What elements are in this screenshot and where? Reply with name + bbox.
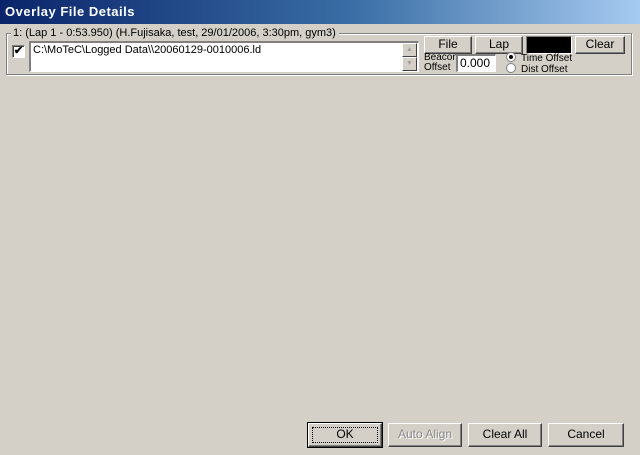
dist-offset-radio[interactable]: Dist Offset <box>506 63 568 75</box>
path-scrollbar[interactable]: ▲ ▼ <box>402 43 417 71</box>
cancel-button[interactable]: Cancel <box>548 423 624 447</box>
ok-button[interactable]: OK <box>307 422 383 448</box>
scroll-up-icon[interactable]: ▲ <box>402 43 417 57</box>
dist-offset-label: Dist Offset <box>521 64 568 75</box>
window-title: Overlay File Details <box>0 0 640 24</box>
dist-offset-radio-icon[interactable] <box>506 63 516 73</box>
file-path-text: C:\MoTeC\Logged Data\\20060129-0010006.l… <box>33 44 262 56</box>
offset-input[interactable]: 0.000 <box>456 54 496 72</box>
clear-all-button[interactable]: Clear All <box>468 423 542 447</box>
scroll-down-icon[interactable]: ▼ <box>402 57 417 71</box>
beacon-offset-label-text: Beacon Offset <box>424 52 458 73</box>
file-path-field[interactable]: C:\MoTeC\Logged Data\\20060129-0010006.l… <box>29 41 419 72</box>
overlay-enabled-checkbox[interactable]: ✔ <box>12 45 25 58</box>
time-offset-radio-icon[interactable] <box>506 52 516 62</box>
beacon-offset-label: Beacon Offset <box>424 52 458 73</box>
auto-align-button[interactable]: Auto Align <box>388 423 462 447</box>
overlay-group-label: 1: (Lap 1 - 0:53.950) (H.Fujisaka, test,… <box>11 27 339 40</box>
clear-button[interactable]: Clear <box>575 36 625 54</box>
